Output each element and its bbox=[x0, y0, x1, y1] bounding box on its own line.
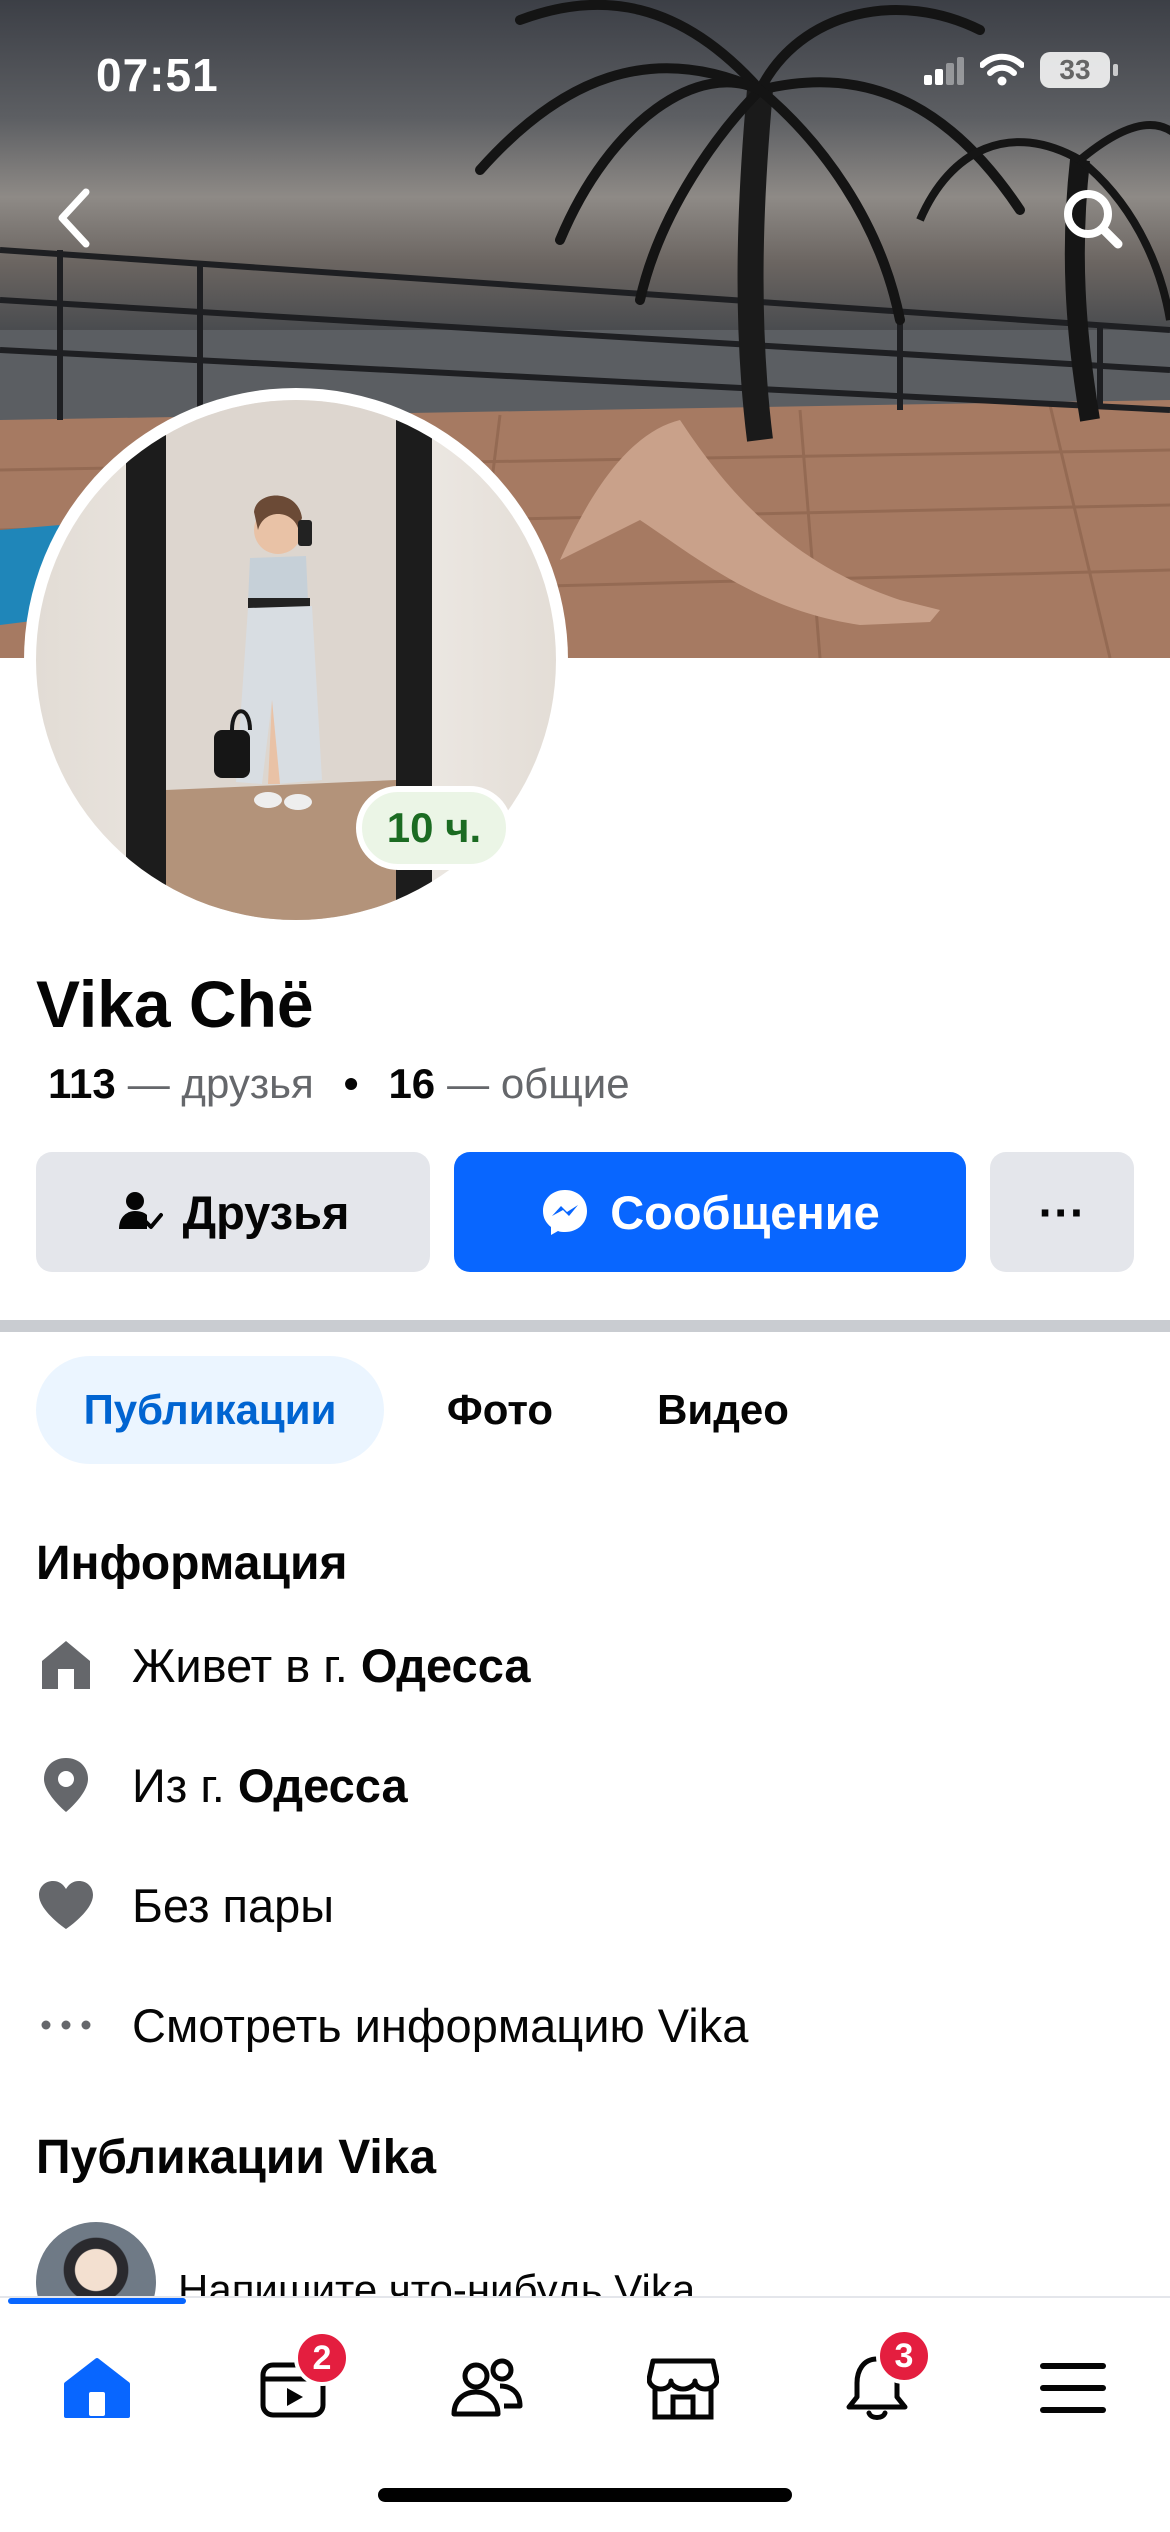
friends-count: 113 bbox=[48, 1060, 116, 1107]
nav-video[interactable]: 2 bbox=[238, 2330, 350, 2438]
status-bar: 07:51 33 bbox=[0, 0, 1170, 150]
messenger-icon bbox=[543, 1190, 588, 1235]
video-badge: 2 bbox=[294, 2330, 350, 2386]
menu-icon bbox=[1040, 2363, 1106, 2413]
from-city[interactable]: Одесса bbox=[238, 1759, 408, 1812]
home-icon bbox=[36, 1635, 96, 1695]
info-from: Из г. Одесса bbox=[36, 1740, 1136, 1830]
signal-icon bbox=[924, 57, 964, 85]
more-dots-icon bbox=[36, 1995, 96, 2055]
nav-menu[interactable] bbox=[1018, 2338, 1128, 2438]
from-prefix: Из г. bbox=[132, 1758, 238, 1812]
relationship-status: Без пары bbox=[132, 1878, 335, 1932]
mutual-label: — общие bbox=[447, 1060, 630, 1107]
location-pin-icon bbox=[36, 1755, 96, 1815]
section-divider bbox=[0, 1320, 1170, 1332]
lives-in-prefix: Живет в г. bbox=[132, 1638, 361, 1692]
nav-home[interactable] bbox=[42, 2338, 152, 2438]
friends-button-label: Друзья bbox=[182, 1185, 350, 1239]
battery-indicator: 33 bbox=[1040, 52, 1118, 88]
home-indicator[interactable] bbox=[378, 2488, 792, 2502]
stats-separator: • bbox=[343, 1060, 359, 1107]
post-composer[interactable]: Напишите что-нибудь Vika... bbox=[36, 2222, 1136, 2302]
see-about-label: Смотреть информацию Vika bbox=[132, 1998, 749, 2052]
home-icon bbox=[64, 2358, 130, 2418]
tab-videos[interactable]: Видео bbox=[630, 1356, 816, 1464]
see-about-link[interactable]: Смотреть информацию Vika bbox=[36, 1980, 1136, 2070]
more-options-button[interactable]: ··· bbox=[990, 1152, 1134, 1272]
nav-friends[interactable] bbox=[432, 2338, 542, 2438]
search-button[interactable] bbox=[1054, 180, 1134, 260]
info-section-title: Информация bbox=[36, 1537, 348, 1590]
friends-button[interactable]: Друзья bbox=[36, 1152, 430, 1272]
message-button[interactable]: Сообщение bbox=[454, 1152, 966, 1272]
wifi-icon bbox=[980, 53, 1024, 86]
mutual-count: 16 bbox=[388, 1060, 436, 1107]
viewer-avatar bbox=[36, 2222, 156, 2302]
tab-photos[interactable]: Фото bbox=[420, 1356, 580, 1464]
friend-stats[interactable]: 113 — друзья • 16 — общие bbox=[48, 1060, 630, 1108]
friend-check-icon bbox=[118, 1192, 163, 1229]
nav-notifications[interactable]: 3 bbox=[822, 2328, 932, 2438]
search-icon bbox=[1064, 190, 1123, 249]
heart-icon bbox=[36, 1875, 96, 1935]
friends-icon bbox=[451, 2358, 523, 2417]
notifications-badge: 3 bbox=[876, 2328, 932, 2384]
story-time-badge[interactable]: 10 ч. bbox=[356, 786, 512, 870]
message-button-label: Сообщение bbox=[610, 1185, 880, 1239]
status-time: 07:51 bbox=[96, 49, 219, 101]
info-lives-in: Живет в г. Одесса bbox=[36, 1620, 1136, 1710]
friends-label: — друзья bbox=[127, 1060, 314, 1107]
marketplace-icon bbox=[647, 2358, 719, 2420]
status-icons: 33 bbox=[924, 52, 1118, 88]
chevron-left-icon bbox=[58, 188, 90, 248]
more-options-icon: ··· bbox=[1038, 1185, 1086, 1239]
posts-section-title: Публикации Vika bbox=[36, 2131, 437, 2184]
nav-marketplace[interactable] bbox=[628, 2338, 738, 2438]
info-relationship: Без пары bbox=[36, 1860, 1136, 1950]
active-tab-indicator bbox=[8, 2298, 186, 2304]
profile-name: Vika Chё bbox=[36, 967, 314, 1041]
back-button[interactable] bbox=[40, 178, 110, 258]
lives-in-city[interactable]: Одесса bbox=[361, 1639, 531, 1692]
tab-posts[interactable]: Публикации bbox=[36, 1356, 384, 1464]
